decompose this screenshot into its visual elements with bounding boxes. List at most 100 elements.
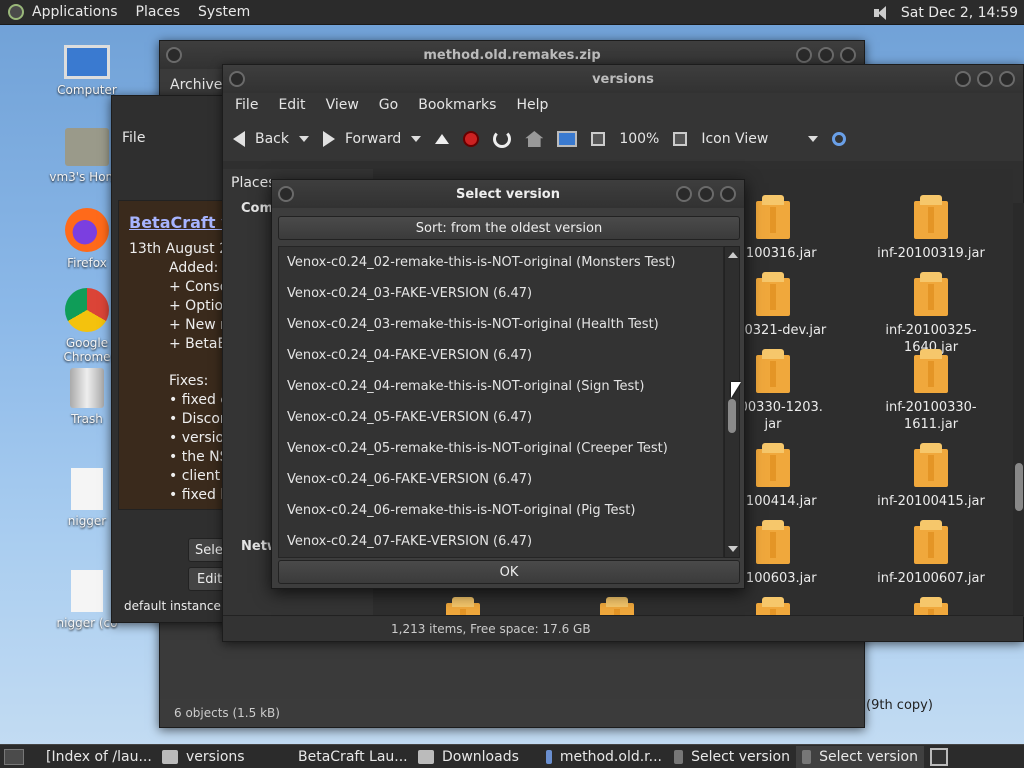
versions-menubar: File Edit View Go Bookmarks Help [223, 93, 1023, 117]
search-icon [832, 132, 847, 146]
workspace-switcher-icon[interactable] [930, 747, 948, 766]
chevron-down-icon[interactable] [411, 136, 422, 142]
version-item[interactable]: Venox-c0.24_04-FAKE-VERSION (6.47) [279, 340, 723, 371]
task-chrome[interactable]: [Index of /lau... [32, 746, 156, 768]
top-panel: Applications Places System Sat Dec 2, 14… [0, 0, 1024, 25]
back-arrow-icon [233, 131, 245, 147]
task-betacraft[interactable]: BetaCraft Lau... [284, 746, 412, 768]
menu-help[interactable]: Help [516, 97, 548, 113]
close-button[interactable] [720, 186, 736, 202]
mouse-cursor-icon [731, 382, 741, 398]
version-item[interactable]: Venox-c0.24_07-FAKE-VERSION (6.47) [279, 526, 723, 557]
back-button[interactable]: Back [233, 131, 309, 147]
up-button[interactable] [435, 134, 450, 144]
task-select-version-2[interactable]: Select version [796, 745, 924, 768]
sort-button[interactable]: Sort: from the oldest version [278, 216, 740, 240]
scroll-up-icon[interactable] [728, 252, 738, 258]
home-icon [525, 131, 544, 147]
jar-file-icon [914, 520, 948, 564]
volume-icon[interactable] [873, 5, 891, 21]
zoom-in-button[interactable] [673, 132, 688, 146]
version-item[interactable]: Venox-c0.24_05-remake-this-is-NOT-origin… [279, 433, 723, 464]
chevron-down-icon[interactable] [299, 136, 309, 142]
archive-menu[interactable]: Archive [170, 77, 222, 93]
dialog-title: Select version [456, 186, 560, 202]
maximize-button[interactable] [818, 47, 834, 63]
version-item[interactable]: Venox-c0.24_05-FAKE-VERSION (6.47) [279, 402, 723, 433]
view-mode-select[interactable]: Icon View [701, 131, 819, 147]
version-list[interactable]: Venox-c0.24_02-remake-this-is-NOT-origin… [278, 246, 724, 558]
menu-go[interactable]: Go [379, 97, 398, 113]
java-icon [674, 749, 684, 764]
chrome-icon [65, 288, 109, 332]
window-menu-button[interactable] [229, 71, 245, 87]
scrollbar-thumb[interactable] [728, 399, 736, 433]
version-list-scrollbar[interactable] [724, 246, 740, 558]
close-button[interactable] [840, 47, 856, 63]
search-button[interactable] [832, 132, 847, 146]
menu-system[interactable]: System [198, 4, 250, 20]
minimize-button[interactable] [676, 186, 692, 202]
version-item[interactable]: Venox-c0.24_06-remake-this-is-NOT-origin… [279, 495, 723, 526]
forward-button[interactable]: Forward [323, 131, 422, 147]
maximize-button[interactable] [977, 71, 993, 87]
file-item[interactable]: inf-20100319.jar [871, 195, 991, 262]
task-downloads[interactable]: Downloads [412, 746, 540, 768]
zoom-out-button[interactable] [591, 132, 606, 146]
reload-button[interactable] [493, 130, 512, 148]
file-view-scrollbar[interactable] [1013, 203, 1024, 617]
scroll-down-icon[interactable] [728, 546, 738, 552]
version-item[interactable]: Venox-c0.24_04-remake-this-is-NOT-origin… [279, 371, 723, 402]
file-item[interactable]: inf-20100607.jar [871, 520, 991, 587]
menu-applications[interactable]: Applications [32, 4, 118, 20]
distro-logo-icon[interactable] [8, 4, 24, 20]
versions-statusbar: 1,213 items, Free space: 17.6 GB [223, 615, 1023, 641]
version-item[interactable]: Venox-c0.24_06-FAKE-VERSION (6.47) [279, 464, 723, 495]
jar-file-icon [914, 272, 948, 316]
maximize-button[interactable] [698, 186, 714, 202]
file-item[interactable]: inf-20100415.jar [871, 443, 991, 510]
computer-icon [557, 131, 578, 147]
jar-file-icon [756, 443, 790, 487]
clock[interactable]: Sat Dec 2, 14:59 [901, 5, 1018, 21]
version-item[interactable]: Venox-c0.24_03-FAKE-VERSION (6.47) [279, 278, 723, 309]
menu-file[interactable]: File [235, 97, 258, 113]
computer-button[interactable] [557, 131, 578, 147]
zoom-out-icon [591, 132, 606, 146]
java-icon [802, 749, 812, 764]
jar-file-icon [756, 520, 790, 564]
jar-file-icon [914, 195, 948, 239]
stop-button[interactable] [463, 131, 480, 147]
dialog-titlebar[interactable]: Select version [272, 180, 744, 208]
folder-icon [162, 749, 178, 764]
window-menu-button[interactable] [166, 47, 182, 63]
file-item[interactable]: inf-20100330-1611.jar [871, 349, 991, 433]
version-item[interactable]: Venox-c0.24_02-remake-this-is-NOT-origin… [279, 247, 723, 278]
versions-titlebar[interactable]: versions [223, 65, 1023, 93]
task-select-version-1[interactable]: Select version [668, 746, 796, 768]
show-desktop-icon[interactable] [4, 748, 24, 765]
ok-button[interactable]: OK [278, 560, 740, 584]
file-item[interactable]: inf-20100325-1640.jar [871, 272, 991, 356]
desktop-icon-computer[interactable]: Computer [42, 45, 132, 97]
window-menu-button[interactable] [278, 186, 294, 202]
menu-places[interactable]: Places [136, 4, 181, 20]
task-versions[interactable]: versions [156, 746, 284, 768]
home-button[interactable] [525, 131, 544, 147]
desktop-file-label[interactable]: (9th copy) [866, 698, 933, 713]
scrollbar-thumb[interactable] [1015, 463, 1023, 511]
jar-file-icon [914, 443, 948, 487]
menu-bookmarks[interactable]: Bookmarks [418, 97, 496, 113]
menu-edit[interactable]: Edit [278, 97, 305, 113]
task-archive[interactable]: method.old.r... [540, 746, 668, 768]
versions-window-title: versions [592, 71, 654, 87]
minimize-button[interactable] [955, 71, 971, 87]
minimize-button[interactable] [796, 47, 812, 63]
close-button[interactable] [999, 71, 1015, 87]
betacraft-file-menu[interactable]: File [122, 130, 145, 146]
version-item[interactable]: Venox-c0.24_03-remake-this-is-NOT-origin… [279, 309, 723, 340]
taskbar: [Index of /lau... versions BetaCraft Lau… [0, 744, 1024, 768]
menu-view[interactable]: View [326, 97, 359, 113]
select-version-dialog: Select version Sort: from the oldest ver… [271, 179, 745, 589]
instance-label: default instance [124, 599, 221, 613]
